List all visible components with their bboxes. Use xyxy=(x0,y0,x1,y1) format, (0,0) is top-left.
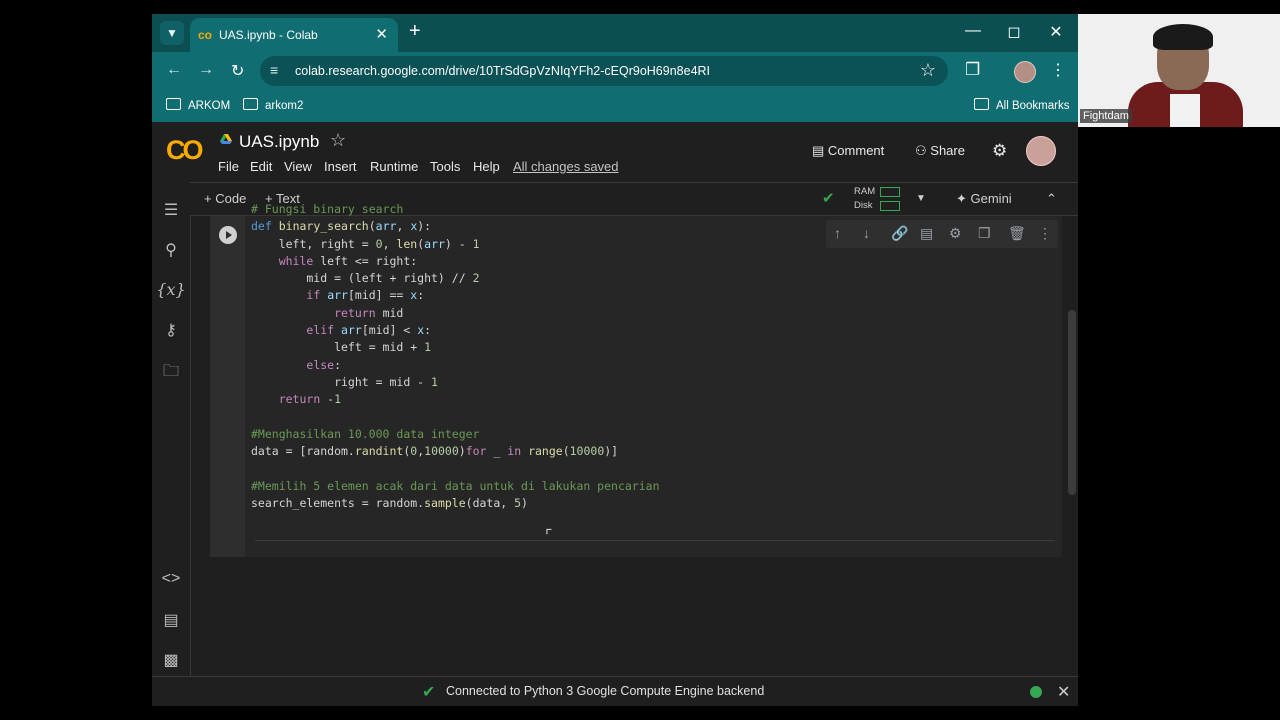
folder-icon xyxy=(974,98,989,110)
collapse-chevron-icon[interactable]: ⌃ xyxy=(1046,191,1057,207)
menu-help[interactable]: Help xyxy=(473,159,500,174)
colab-app: CO UAS.ipynb ☆ File Edit View Insert Run… xyxy=(152,122,1078,706)
url-text: colab.research.google.com/drive/10TrSdGp… xyxy=(295,64,711,78)
code-cell[interactable]: # Fungsi binary search def binary_search… xyxy=(210,202,1062,557)
url-field[interactable]: ≡ colab.research.google.com/drive/10TrSd… xyxy=(260,56,948,86)
disk-meter[interactable] xyxy=(880,201,900,211)
code-editor[interactable]: # Fungsi binary search def binary_search… xyxy=(251,201,660,512)
all-bookmarks[interactable]: All Bookmarks xyxy=(974,98,1070,112)
runtime-status-dot xyxy=(1030,686,1042,698)
extensions-icon[interactable]: ❐ xyxy=(965,60,980,80)
site-info-icon[interactable]: ≡ xyxy=(270,62,278,78)
connected-check-icon: ✔ xyxy=(822,190,835,207)
tab-bar: ▼ co UAS.ipynb - Colab ✕ + — ◻ ✕ xyxy=(152,14,1078,52)
cell-gutter xyxy=(210,216,245,557)
ram-label: RAM xyxy=(854,186,876,197)
variables-icon[interactable]: {x} xyxy=(152,280,190,299)
code-snippets-icon[interactable]: <> xyxy=(152,570,190,588)
address-bar: ← → ↻ ≡ colab.research.google.com/drive/… xyxy=(152,52,1078,90)
new-tab-plus-icon[interactable]: + xyxy=(409,20,421,43)
tab-title: UAS.ipynb - Colab xyxy=(219,28,318,42)
status-close-icon[interactable]: ✕ xyxy=(1057,682,1070,702)
search-icon[interactable]: ⚲ xyxy=(152,240,190,260)
table-of-contents-icon[interactable]: ☰ xyxy=(152,200,190,220)
command-palette-icon[interactable]: ▤ xyxy=(152,610,190,630)
save-status-link[interactable]: All changes saved xyxy=(513,159,619,174)
notebook-title[interactable]: UAS.ipynb xyxy=(239,132,319,152)
colab-favicon-icon: co xyxy=(198,28,213,42)
mirror-cell-icon[interactable]: ❐ xyxy=(978,225,991,242)
comment-icon: ▤ xyxy=(812,143,825,158)
comment-button[interactable]: ▤ Comment xyxy=(812,143,884,159)
cell-settings-icon[interactable]: ⚙ xyxy=(949,225,962,242)
minimize-icon[interactable]: — xyxy=(958,22,988,40)
forward-arrow-icon[interactable]: → xyxy=(198,61,214,79)
profile-avatar[interactable] xyxy=(1014,61,1036,83)
colab-logo[interactable]: CO xyxy=(166,135,203,166)
browser-window: ▼ co UAS.ipynb - Colab ✕ + — ◻ ✕ ← → ↻ ≡… xyxy=(152,14,1078,706)
runtime-dropdown-icon[interactable]: ▼ xyxy=(916,193,926,204)
presenter-shirt xyxy=(1170,94,1200,127)
text-cursor-icon: ⌜ xyxy=(545,528,553,545)
tab-close-icon[interactable]: ✕ xyxy=(375,25,388,43)
presenter-hair xyxy=(1153,24,1213,50)
files-folder-icon[interactable]: 🗀 xyxy=(152,360,190,387)
account-avatar[interactable] xyxy=(1026,136,1056,166)
maximize-icon[interactable]: ◻ xyxy=(999,22,1029,42)
status-bar: ✔ Connected to Python 3 Google Compute E… xyxy=(152,676,1078,706)
reload-icon[interactable]: ↻ xyxy=(231,61,244,81)
secrets-key-icon[interactable]: ⚷ xyxy=(152,320,190,340)
menu-insert[interactable]: Insert xyxy=(324,159,357,174)
add-code-button[interactable]: + Code xyxy=(204,191,246,206)
share-button[interactable]: ⚇ Share xyxy=(915,143,965,159)
bookmark-arkom[interactable]: ARKOM xyxy=(166,98,230,112)
menu-view[interactable]: View xyxy=(284,159,312,174)
menu-tools[interactable]: Tools xyxy=(430,159,460,174)
tab-search-chevron-icon[interactable]: ▼ xyxy=(160,21,184,45)
bookmark-star-icon[interactable]: ☆ xyxy=(920,60,936,81)
webcam-label: Fightdam xyxy=(1080,109,1132,123)
terminal-icon[interactable]: ▩ xyxy=(152,650,190,670)
status-text: Connected to Python 3 Google Compute Eng… xyxy=(446,684,765,698)
left-sidebar: ☰ ⚲ {x} ⚷ 🗀 <> ▤ ▩ xyxy=(152,182,191,706)
link-icon[interactable]: 🔗 xyxy=(891,225,908,242)
delete-icon[interactable]: 🗑 xyxy=(1008,225,1026,242)
google-drive-icon xyxy=(220,134,232,144)
move-up-icon[interactable]: ↑ xyxy=(834,225,841,241)
menu-edit[interactable]: Edit xyxy=(250,159,272,174)
window-close-icon[interactable]: ✕ xyxy=(1041,22,1071,42)
browser-menu-icon[interactable]: ⋮ xyxy=(1050,60,1066,80)
folder-icon xyxy=(243,98,258,110)
share-people-icon: ⚇ xyxy=(915,143,927,158)
bookmark-arkom2[interactable]: arkom2 xyxy=(243,98,303,112)
folder-icon xyxy=(166,98,181,110)
move-down-icon[interactable]: ↓ xyxy=(863,225,870,241)
menu-runtime[interactable]: Runtime xyxy=(370,159,418,174)
status-check-icon: ✔ xyxy=(422,684,436,701)
ram-meter[interactable] xyxy=(880,187,900,197)
bookmarks-bar: ARKOM arkom2 All Bookmarks xyxy=(152,90,1078,122)
webcam-overlay: Fightdam xyxy=(1078,14,1280,127)
gemini-button[interactable]: ✦ Gemini xyxy=(956,191,1012,207)
run-cell-icon[interactable] xyxy=(219,226,237,244)
comment-cell-icon[interactable]: ▤ xyxy=(920,225,933,242)
more-options-icon[interactable]: ⋮ xyxy=(1038,225,1052,242)
settings-gear-icon[interactable]: ⚙ xyxy=(992,141,1007,161)
star-notebook-icon[interactable]: ☆ xyxy=(330,130,346,151)
cell-toolbar: ↑ ↓ 🔗 ▤ ⚙ ❐ 🗑 ⋮ xyxy=(826,220,1058,248)
disk-label: Disk xyxy=(854,200,873,211)
browser-tab[interactable]: co UAS.ipynb - Colab ✕ xyxy=(190,18,398,52)
scrollbar[interactable] xyxy=(1068,310,1076,495)
menu-file[interactable]: File xyxy=(218,159,239,174)
back-arrow-icon[interactable]: ← xyxy=(166,61,182,79)
cell-divider xyxy=(255,540,1055,541)
